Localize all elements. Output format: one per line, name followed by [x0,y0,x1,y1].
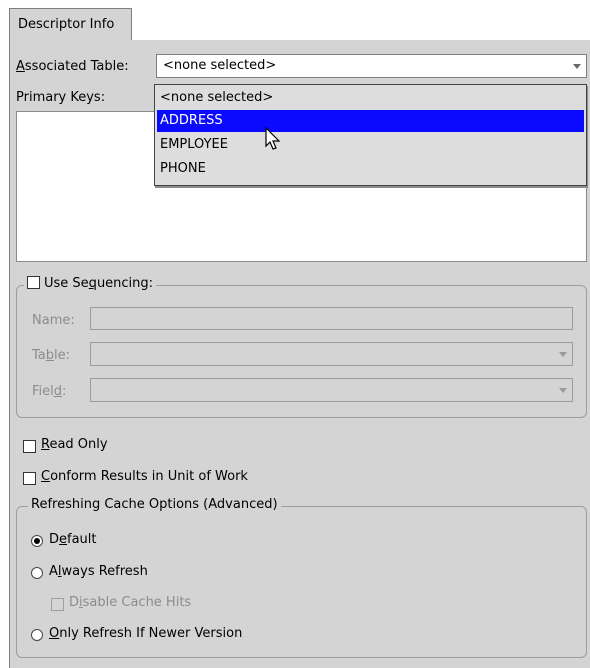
disable-cache-hits-checkbox [51,598,64,611]
default-radio[interactable] [31,535,43,547]
chevron-down-icon[interactable] [573,64,581,69]
conform-results-checkbox[interactable] [23,472,36,485]
refreshing-cache-title: Refreshing Cache Options (Advanced) [28,497,281,512]
sequence-name-label: Name: [32,313,75,328]
dropdown-option-address[interactable]: ADDRESS [157,110,584,132]
tab-label: Descriptor Info [18,17,115,32]
default-radio-label: Default [49,532,97,547]
read-only-label: Read Only [41,437,108,452]
read-only-checkbox[interactable] [23,440,36,453]
sequence-field-label: Field: [32,384,67,399]
primary-keys-label: Primary Keys: [16,90,106,105]
chevron-down-icon [559,352,567,357]
sequence-table-label: Table: [32,348,71,363]
associated-table-combo[interactable]: <none selected> [156,54,587,78]
dropdown-option-phone[interactable]: PHONE [157,158,584,180]
sequence-table-combo [90,342,573,366]
dropdown-option-employee[interactable]: EMPLOYEE [157,134,584,156]
only-refresh-newer-label: Only Refresh If Newer Version [49,626,243,641]
dropdown-option-none[interactable]: <none selected> [157,87,584,109]
associated-table-dropdown: <none selected> ADDRESS EMPLOYEE PHONE [154,84,587,186]
conform-results-label: Conform Results in Unit of Work [41,469,248,484]
use-sequencing-checkbox[interactable] [27,276,40,289]
sequence-name-field [90,307,573,330]
always-refresh-radio[interactable] [31,567,43,579]
tab-descriptor-info[interactable]: Descriptor Info [9,8,132,41]
always-refresh-label: Always Refresh [49,564,148,579]
only-refresh-newer-radio[interactable] [31,629,43,641]
mouse-cursor-icon [265,127,281,150]
sequencing-header: Use Sequencing: [24,276,157,291]
associated-table-value: <none selected> [163,58,277,73]
disable-cache-hits-label: Disable Cache Hits [69,595,192,610]
sequence-field-combo [90,378,573,402]
associated-table-label: Associated Table: [16,59,129,74]
chevron-down-icon [559,388,567,393]
